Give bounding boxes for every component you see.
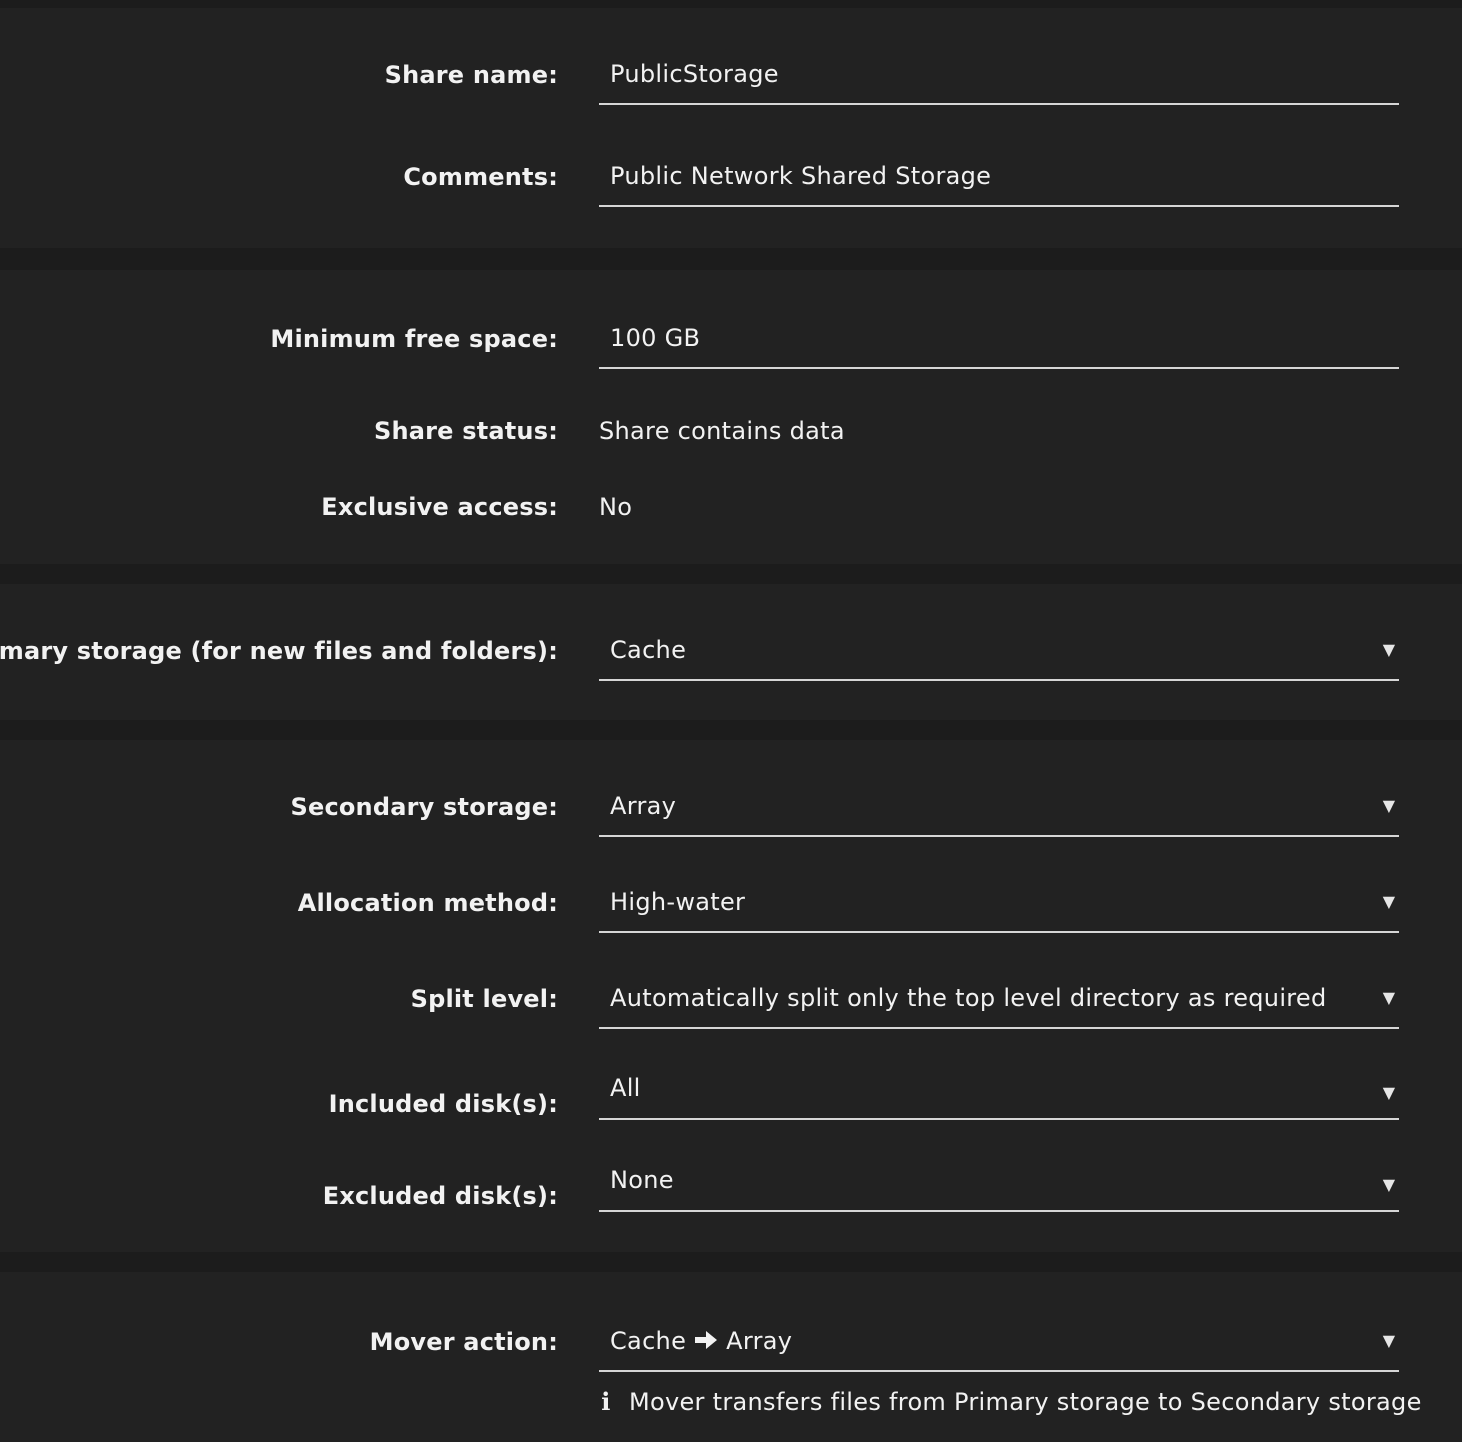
row-allocation-method: Allocation method: High-water ▼	[0, 873, 1462, 933]
primary-storage-select[interactable]: Cache ▼	[599, 621, 1399, 681]
share-status-label: Share status:	[373, 417, 558, 445]
chevron-down-icon[interactable]: ▼	[1383, 1156, 1395, 1214]
mover-from: Cache	[610, 1327, 687, 1355]
row-mover-action: Mover action: Cache Array ▼	[0, 1312, 1462, 1372]
row-comments: Comments: Public Network Shared Storage	[0, 147, 1462, 207]
min-free-space-value[interactable]: 100 GB	[610, 309, 700, 367]
mover-action-select[interactable]: Cache Array ▼	[599, 1312, 1399, 1372]
included-disks-select[interactable]: All ▼	[599, 1060, 1399, 1120]
secondary-storage-value[interactable]: Array	[610, 777, 676, 835]
row-share-status: Share status: Share contains data	[0, 401, 1462, 461]
section-secondary: Secondary storage: Array ▼ Allocation me…	[0, 740, 1462, 1252]
secondary-storage-select[interactable]: Array ▼	[599, 777, 1399, 837]
section-primary: Primary storage (for new files and folde…	[0, 584, 1462, 720]
share-status-value: Share contains data	[599, 417, 845, 445]
row-primary-storage: Primary storage (for new files and folde…	[0, 621, 1462, 681]
chevron-down-icon[interactable]: ▼	[1383, 969, 1395, 1027]
mover-info-note: i Mover transfers files from Primary stor…	[599, 1382, 1422, 1422]
chevron-down-icon[interactable]: ▼	[1383, 621, 1395, 679]
row-secondary-storage: Secondary storage: Array ▼	[0, 777, 1462, 837]
comments-value[interactable]: Public Network Shared Storage	[610, 147, 991, 205]
comments-label: Comments:	[403, 163, 558, 191]
row-min-free-space: Minimum free space: 100 GB	[0, 309, 1462, 369]
chevron-down-icon[interactable]: ▼	[1383, 873, 1395, 931]
share-name-input[interactable]: PublicStorage	[599, 45, 1399, 105]
split-level-label: Split level:	[410, 985, 558, 1013]
min-free-space-input[interactable]: 100 GB	[599, 309, 1399, 369]
exclusive-access-value: No	[599, 493, 633, 521]
primary-storage-value[interactable]: Cache	[610, 621, 686, 679]
chevron-down-icon[interactable]: ▼	[1383, 1312, 1395, 1370]
info-icon: i	[601, 1387, 611, 1416]
allocation-method-value[interactable]: High-water	[610, 873, 745, 931]
allocation-method-select[interactable]: High-water ▼	[599, 873, 1399, 933]
row-excluded-disks: Excluded disk(s): None ▼	[0, 1152, 1462, 1212]
share-settings-page: Share name: PublicStorage Comments: Publ…	[0, 0, 1462, 1442]
included-disks-value[interactable]: All	[610, 1059, 641, 1117]
arrow-right-icon	[695, 1331, 718, 1349]
excluded-disks-label: Excluded disk(s):	[322, 1182, 558, 1210]
mover-action-label: Mover action:	[369, 1328, 558, 1356]
primary-storage-label: Primary storage (for new files and folde…	[0, 637, 558, 665]
allocation-method-label: Allocation method:	[297, 889, 558, 917]
section-general: Share name: PublicStorage Comments: Publ…	[0, 8, 1462, 248]
split-level-value[interactable]: Automatically split only the top level d…	[610, 969, 1327, 1027]
min-free-space-label: Minimum free space:	[270, 325, 558, 353]
row-exclusive-access: Exclusive access: No	[0, 477, 1462, 537]
row-share-name: Share name: PublicStorage	[0, 45, 1462, 105]
share-name-label: Share name:	[384, 61, 558, 89]
split-level-select[interactable]: Automatically split only the top level d…	[599, 969, 1399, 1029]
mover-action-value[interactable]: Cache Array	[610, 1312, 792, 1370]
secondary-storage-label: Secondary storage:	[290, 793, 558, 821]
share-name-value[interactable]: PublicStorage	[610, 45, 779, 103]
excluded-disks-select[interactable]: None ▼	[599, 1152, 1399, 1212]
row-split-level: Split level: Automatically split only th…	[0, 969, 1462, 1029]
section-space: Minimum free space: 100 GB Share status:…	[0, 270, 1462, 564]
excluded-disks-value[interactable]: None	[610, 1151, 674, 1209]
mover-to: Array	[726, 1327, 793, 1355]
row-included-disks: Included disk(s): All ▼	[0, 1060, 1462, 1120]
mover-info-text: Mover transfers files from Primary stora…	[629, 1388, 1422, 1416]
comments-input[interactable]: Public Network Shared Storage	[599, 147, 1399, 207]
exclusive-access-label: Exclusive access:	[321, 493, 558, 521]
chevron-down-icon[interactable]: ▼	[1383, 777, 1395, 835]
chevron-down-icon[interactable]: ▼	[1383, 1064, 1395, 1122]
included-disks-label: Included disk(s):	[328, 1090, 558, 1118]
